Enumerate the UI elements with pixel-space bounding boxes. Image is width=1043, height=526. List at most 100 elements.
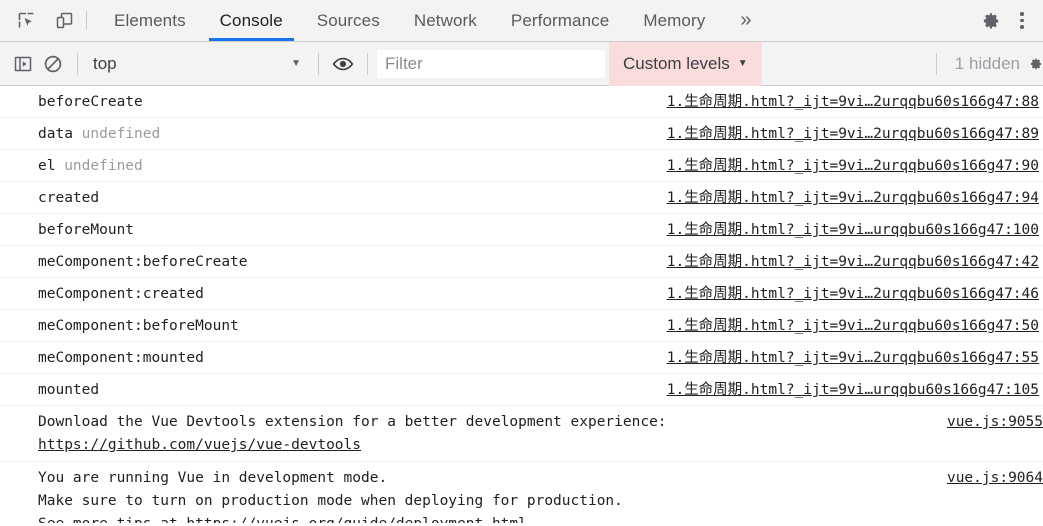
filter-input[interactable] <box>377 49 605 78</box>
console-message-text: beforeCreate <box>0 91 667 113</box>
kebab-dot <box>1020 12 1024 16</box>
tabbar-left-icons <box>0 0 80 41</box>
console-toolbar-divider-2 <box>318 52 319 75</box>
console-message-main: beforeMount <box>38 222 135 238</box>
console-message-main: data <box>38 126 82 142</box>
vue-deployment-guide-link[interactable]: https://vuejs.org/guide/deployment.html <box>186 516 526 523</box>
console-message-dim: undefined <box>81 126 161 142</box>
console-toolbar: top ▼ Custom levels ▼ 1 hidden <box>0 41 1043 86</box>
tab-console-label: Console <box>219 10 283 30</box>
console-message-text: created <box>0 187 667 209</box>
console-message-text: meComponent:beforeCreate <box>0 251 667 273</box>
tabbar-divider <box>86 11 87 30</box>
console-message-main: mounted <box>38 382 100 398</box>
console-message-text: You are running Vue in development mode.… <box>0 467 947 523</box>
console-message-text: meComponent:beforeMount <box>0 315 667 337</box>
tab-sources[interactable]: Sources <box>300 0 397 41</box>
console-message-row[interactable]: meComponent:created 1.生命周期.html?_ijt=9vi… <box>0 278 1043 310</box>
clear-console-icon[interactable] <box>38 49 68 79</box>
more-tabs-icon[interactable]: » <box>722 0 769 41</box>
console-message-text: meComponent:created <box>0 283 667 305</box>
console-message-main: meComponent:created <box>38 286 204 302</box>
console-message-source-link[interactable]: 1.生命周期.html?_ijt=9vi…2urqqbu60s166g47:90 <box>667 155 1043 177</box>
tab-console[interactable]: Console <box>203 0 300 41</box>
tab-network[interactable]: Network <box>397 0 494 41</box>
console-toolbar-divider <box>77 52 78 75</box>
console-message-source-link[interactable]: 1.生命周期.html?_ijt=9vi…2urqqbu60s166g47:88 <box>667 91 1043 113</box>
console-message-row[interactable]: data undefined 1.生命周期.html?_ijt=9vi…2urq… <box>0 118 1043 150</box>
console-message-dim: undefined <box>64 158 143 174</box>
more-options-icon[interactable] <box>1007 6 1037 36</box>
vue-devtools-github-link[interactable]: https://github.com/vuejs/vue-devtools <box>38 437 361 453</box>
log-levels-label: Custom levels <box>623 53 730 73</box>
tab-memory[interactable]: Memory <box>626 0 722 41</box>
console-message-list[interactable]: beforeCreate 1.生命周期.html?_ijt=9vi…2urqqb… <box>0 86 1043 523</box>
devtools-tabbar: Elements Console Sources Network Perform… <box>0 0 1043 42</box>
console-message-source-link[interactable]: 1.生命周期.html?_ijt=9vi…2urqqbu60s166g47:89 <box>667 123 1043 145</box>
console-sidebar-toggle-icon[interactable] <box>8 49 38 79</box>
console-message-row[interactable]: meComponent:beforeCreate 1.生命周期.html?_ij… <box>0 246 1043 278</box>
console-message-source-link[interactable]: 1.生命周期.html?_ijt=9vi…2urqqbu60s166g47:46 <box>667 283 1043 305</box>
devtools-window: Elements Console Sources Network Perform… <box>0 0 1043 526</box>
execution-context-value: top <box>93 53 117 73</box>
tab-performance-label: Performance <box>510 10 610 30</box>
console-message-row[interactable]: beforeMount 1.生命周期.html?_ijt=9vi…urqqbu6… <box>0 214 1043 246</box>
console-message-source-link[interactable]: 1.生命周期.html?_ijt=9vi…2urqqbu60s166g47:42 <box>667 251 1043 273</box>
console-message-main: created <box>38 190 100 206</box>
console-message-text: data undefined <box>0 123 667 145</box>
console-message-main: el <box>38 158 65 174</box>
console-message-source-link[interactable]: vue.js:9064 <box>947 467 1043 489</box>
console-message-main: beforeCreate <box>38 94 143 110</box>
console-message-row[interactable]: meComponent:beforeMount 1.生命周期.html?_ijt… <box>0 310 1043 342</box>
tab-performance[interactable]: Performance <box>494 0 626 41</box>
console-message-source-link[interactable]: 1.生命周期.html?_ijt=9vi…2urqqbu60s166g47:94 <box>667 187 1043 209</box>
chevron-down-icon: ▼ <box>291 58 301 69</box>
console-message-main: meComponent:beforeCreate <box>38 254 248 270</box>
console-message-row-devtools[interactable]: Download the Vue Devtools extension for … <box>0 406 1043 462</box>
console-message-text: meComponent:mounted <box>0 347 667 369</box>
console-message-row-devmode[interactable]: You are running Vue in development mode.… <box>0 462 1043 523</box>
tabbar-right-actions <box>958 0 1043 41</box>
console-message-text: Download the Vue Devtools extension for … <box>0 411 947 457</box>
console-toolbar-right: 1 hidden <box>927 42 1043 85</box>
tab-memory-label: Memory <box>643 10 706 30</box>
devmode-message-line1: You are running Vue in development mode. <box>38 470 388 486</box>
kebab-dot <box>1020 25 1024 29</box>
devmode-message-line3-prefix: See more tips at <box>38 516 186 523</box>
more-tabs-label: » <box>740 9 752 31</box>
console-message-source-link[interactable]: 1.生命周期.html?_ijt=9vi…2urqqbu60s166g47:50 <box>667 315 1043 337</box>
tab-elements-label: Elements <box>114 10 186 30</box>
console-message-row[interactable]: el undefined 1.生命周期.html?_ijt=9vi…2urqqb… <box>0 150 1043 182</box>
tab-sources-label: Sources <box>316 10 380 30</box>
console-toolbar-divider-4 <box>935 52 937 75</box>
console-message-source-link[interactable]: vue.js:9055 <box>947 411 1043 433</box>
devtools-message-line1: Download the Vue Devtools extension for … <box>38 414 667 430</box>
console-message-main: meComponent:beforeMount <box>38 318 239 334</box>
console-message-row[interactable]: mounted 1.生命周期.html?_ijt=9vi…urqqbu60s16… <box>0 374 1043 406</box>
log-levels-dropdown[interactable]: Custom levels ▼ <box>609 41 762 86</box>
console-message-row[interactable]: meComponent:mounted 1.生命周期.html?_ijt=9vi… <box>0 342 1043 374</box>
console-message-row[interactable]: beforeCreate 1.生命周期.html?_ijt=9vi…2urqqb… <box>0 86 1043 118</box>
console-message-text: mounted <box>0 379 667 401</box>
live-expression-eye-icon[interactable] <box>328 49 358 79</box>
chevron-down-icon: ▼ <box>737 58 748 69</box>
tab-elements[interactable]: Elements <box>97 0 203 41</box>
console-message-source-link[interactable]: 1.生命周期.html?_ijt=9vi…urqqbu60s166g47:105 <box>667 379 1043 401</box>
console-message-text: el undefined <box>0 155 667 177</box>
hidden-messages-count: 1 hidden <box>954 53 1020 73</box>
inspect-element-icon[interactable] <box>10 6 42 36</box>
tab-network-label: Network <box>413 10 477 30</box>
console-message-text: beforeMount <box>0 219 667 241</box>
execution-context-selector[interactable]: top ▼ <box>87 49 309 79</box>
console-message-row[interactable]: created 1.生命周期.html?_ijt=9vi…2urqqbu60s1… <box>0 182 1043 214</box>
device-toolbar-icon[interactable] <box>48 6 80 36</box>
console-toolbar-divider-3 <box>367 52 368 75</box>
kebab-dot <box>1020 18 1024 23</box>
gear-icon[interactable] <box>975 6 1007 36</box>
panel-tabs: Elements Console Sources Network Perform… <box>97 0 769 41</box>
devmode-message-line2: Make sure to turn on production mode whe… <box>38 493 623 509</box>
console-message-source-link[interactable]: 1.生命周期.html?_ijt=9vi…2urqqbu60s166g47:55 <box>667 347 1043 369</box>
console-message-main: meComponent:mounted <box>38 350 204 366</box>
console-message-source-link[interactable]: 1.生命周期.html?_ijt=9vi…urqqbu60s166g47:100 <box>667 219 1043 241</box>
console-settings-gear-icon[interactable] <box>1029 54 1043 74</box>
